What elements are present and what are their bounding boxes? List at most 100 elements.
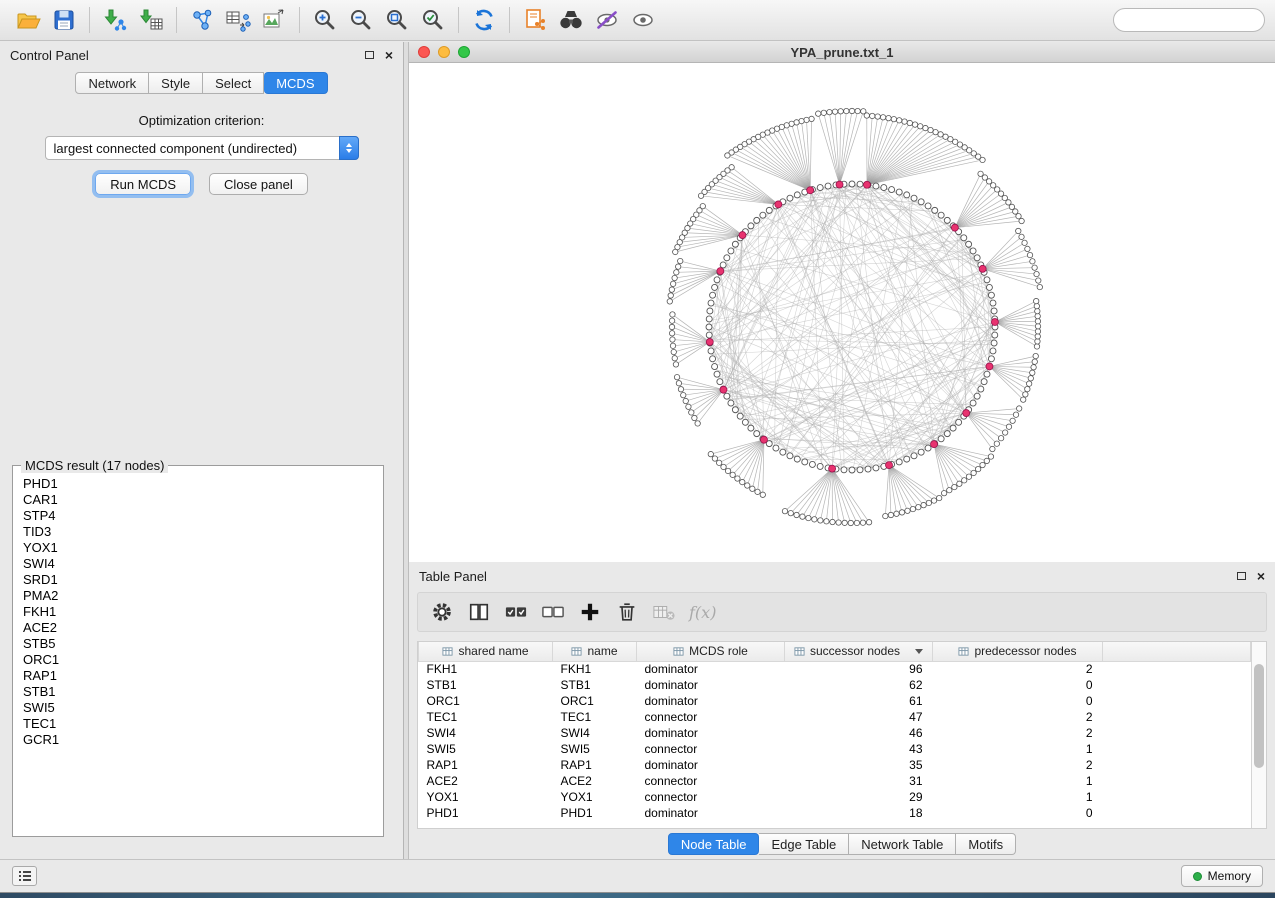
search-input[interactable] <box>1127 13 1275 27</box>
trash-icon <box>616 601 638 623</box>
panel-menu-button[interactable] <box>12 866 37 886</box>
network-from-table-button[interactable] <box>220 4 256 36</box>
list-item[interactable]: CAR1 <box>23 492 373 508</box>
table-row[interactable]: RAP1RAP1dominator352 <box>419 757 1251 773</box>
column-header-mcds-role[interactable]: MCDS role <box>637 642 785 661</box>
column-label: predecessor nodes <box>974 644 1076 658</box>
memory-button[interactable]: Memory <box>1181 865 1263 887</box>
column-header-successor-nodes[interactable]: successor nodes <box>785 642 933 661</box>
binoculars-icon <box>557 7 585 33</box>
zoom-out-button[interactable] <box>343 4 379 36</box>
column-header-name[interactable]: name <box>553 642 637 661</box>
checkboxes-unchecked-icon <box>541 601 565 623</box>
tab-node-table[interactable]: Node Table <box>668 833 760 855</box>
network-view[interactable] <box>409 63 1275 562</box>
maximize-window-icon[interactable] <box>458 46 470 58</box>
main-toolbar <box>0 0 1275 41</box>
close-panel-button[interactable]: Close panel <box>209 173 308 195</box>
zoom-selected-icon <box>420 7 446 33</box>
list-item[interactable]: STB5 <box>23 636 373 652</box>
application-window: Control Panel × Network Style Select MCD… <box>0 0 1275 893</box>
criterion-dropdown[interactable]: largest connected component (undirected) <box>45 136 359 160</box>
show-details-button[interactable] <box>625 4 661 36</box>
tab-edge-table[interactable]: Edge Table <box>759 833 849 855</box>
tab-select[interactable]: Select <box>203 72 264 94</box>
run-mcds-button[interactable]: Run MCDS <box>95 173 191 195</box>
new-network-button[interactable] <box>184 4 220 36</box>
tab-network[interactable]: Network <box>75 72 149 94</box>
tab-mcds[interactable]: MCDS <box>264 72 327 94</box>
column-label: MCDS role <box>689 644 748 658</box>
network-window-titlebar[interactable]: YPA_prune.txt_1 <box>409 42 1275 63</box>
close-window-icon[interactable] <box>418 46 430 58</box>
table-row[interactable]: ORC1ORC1dominator610 <box>419 693 1251 709</box>
list-item[interactable]: SRD1 <box>23 572 373 588</box>
list-item[interactable]: FKH1 <box>23 604 373 620</box>
column-type-icon <box>958 646 969 657</box>
list-item[interactable]: YOX1 <box>23 540 373 556</box>
table-row[interactable]: YOX1YOX1connector291 <box>419 789 1251 805</box>
network-graph[interactable] <box>409 63 1273 561</box>
table-settings-button[interactable] <box>430 600 454 624</box>
show-columns-button[interactable] <box>467 600 491 624</box>
save-session-button[interactable] <box>46 4 82 36</box>
list-item[interactable]: SWI5 <box>23 700 373 716</box>
share-document-button[interactable] <box>517 4 553 36</box>
table-header-row: shared name name MCDS role successor nod… <box>419 642 1251 661</box>
memory-status-icon <box>1193 872 1202 881</box>
toolbar-search[interactable] <box>1113 8 1265 32</box>
table-row[interactable]: ACE2ACE2connector311 <box>419 773 1251 789</box>
search-network-button[interactable] <box>553 4 589 36</box>
delete-column-button[interactable] <box>615 600 639 624</box>
hide-details-button[interactable] <box>589 4 625 36</box>
mcds-result-list[interactable]: PHD1 CAR1 STP4 TID3 YOX1 SWI4 SRD1 PMA2 … <box>15 470 381 834</box>
list-item[interactable]: STP4 <box>23 508 373 524</box>
close-panel-icon[interactable]: × <box>385 48 393 62</box>
import-table-button[interactable] <box>133 4 169 36</box>
column-type-icon <box>442 646 453 657</box>
float-panel-icon[interactable] <box>365 51 374 59</box>
table-scrollbar[interactable] <box>1251 642 1266 828</box>
open-session-button[interactable] <box>10 4 46 36</box>
list-item[interactable]: SWI4 <box>23 556 373 572</box>
column-header-shared-name[interactable]: shared name <box>419 642 553 661</box>
column-header-predecessor-nodes[interactable]: predecessor nodes <box>933 642 1103 661</box>
import-network-button[interactable] <box>97 4 133 36</box>
list-item[interactable]: PHD1 <box>23 476 373 492</box>
table-row[interactable]: FKH1FKH1dominator962 <box>419 661 1251 677</box>
table-row[interactable]: STB1STB1dominator620 <box>419 677 1251 693</box>
add-column-button[interactable] <box>578 600 602 624</box>
control-panel-title: Control Panel <box>10 48 89 63</box>
deselect-all-button[interactable] <box>541 600 565 624</box>
table-row[interactable]: SWI5SWI5connector431 <box>419 741 1251 757</box>
zoom-selected-button[interactable] <box>415 4 451 36</box>
table-row[interactable]: PHD1PHD1dominator180 <box>419 805 1251 821</box>
list-item[interactable]: RAP1 <box>23 668 373 684</box>
export-image-button[interactable] <box>256 4 292 36</box>
scrollbar-thumb[interactable] <box>1254 664 1264 768</box>
float-panel-icon[interactable] <box>1237 572 1246 580</box>
list-item[interactable]: TEC1 <box>23 716 373 732</box>
delete-table-icon <box>652 601 676 623</box>
list-item[interactable]: STB1 <box>23 684 373 700</box>
tab-style[interactable]: Style <box>149 72 203 94</box>
table-row[interactable]: SWI4SWI4dominator462 <box>419 725 1251 741</box>
tab-motifs[interactable]: Motifs <box>956 833 1016 855</box>
zoom-in-button[interactable] <box>307 4 343 36</box>
hide-details-icon <box>594 7 620 33</box>
zoom-fit-button[interactable] <box>379 4 415 36</box>
refresh-layout-button[interactable] <box>466 4 502 36</box>
list-item[interactable]: ORC1 <box>23 652 373 668</box>
select-all-button[interactable] <box>504 600 528 624</box>
close-panel-icon[interactable]: × <box>1257 569 1265 583</box>
tab-network-table[interactable]: Network Table <box>849 833 956 855</box>
list-item[interactable]: GCR1 <box>23 732 373 748</box>
column-type-icon <box>794 646 805 657</box>
column-type-icon <box>673 646 684 657</box>
minimize-window-icon[interactable] <box>438 46 450 58</box>
list-item[interactable]: ACE2 <box>23 620 373 636</box>
table-row[interactable]: TEC1TEC1connector472 <box>419 709 1251 725</box>
list-item[interactable]: TID3 <box>23 524 373 540</box>
checkboxes-checked-icon <box>504 601 528 623</box>
list-item[interactable]: PMA2 <box>23 588 373 604</box>
